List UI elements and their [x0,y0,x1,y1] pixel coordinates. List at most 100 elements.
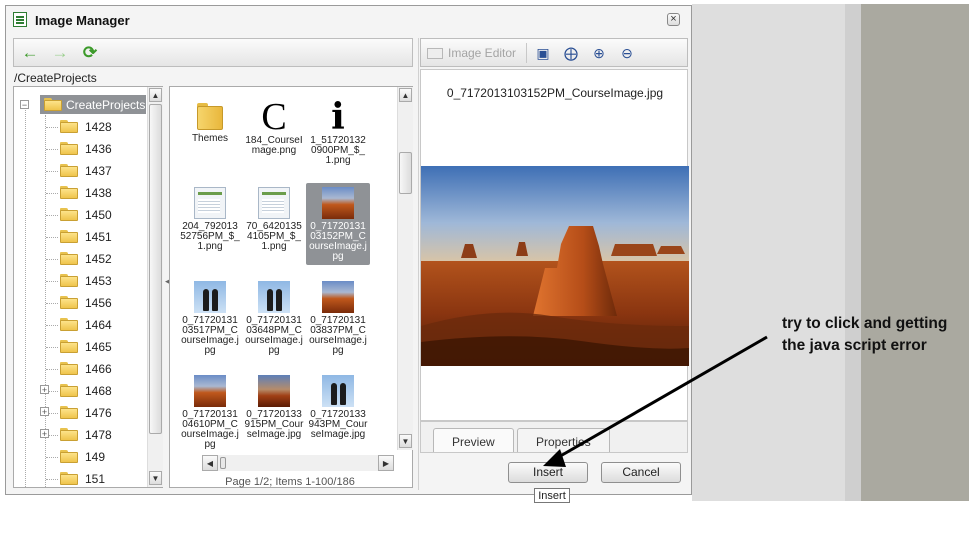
image-thumbnail [258,375,290,407]
tree-item-1438[interactable]: 1438 [60,183,150,203]
tree-item-label: 1438 [85,186,112,200]
tree-item-label: 1453 [85,274,112,288]
collapse-toggle[interactable]: − [20,100,29,110]
folder-icon [60,274,78,287]
file-name: 0_7172013103648PM_CourseImage.jpg [245,315,303,356]
scroll-up-icon[interactable]: ▲ [399,88,412,102]
tree-item-151[interactable]: 151 [60,469,150,487]
tree-item-createprojects[interactable]: CreateProjects [40,95,146,114]
arrow-right-icon[interactable]: → [50,43,70,63]
tree-item-label: 1450 [85,208,112,222]
tree-item-label: 149 [85,450,106,464]
scroll-thumb[interactable] [149,104,162,434]
tree-item-1428[interactable]: 1428 [60,117,150,137]
file-item[interactable]: Themes [178,97,242,147]
image-editor-button[interactable]: Image Editor [427,46,516,60]
file-hscrollbar[interactable]: ◀ ▶ [202,455,394,471]
tree-item-1478[interactable]: +1478 [40,425,150,445]
file-item[interactable]: 0_7172013104610PM_CourseImage.jpg [178,371,242,453]
tree-guide-line [46,127,58,128]
expand-toggle[interactable]: + [40,407,49,417]
tree-guide-line [46,325,58,326]
dialog-titlebar[interactable]: Image Manager × [6,6,691,34]
file-item[interactable]: 70_64201354105PM_$_1.png [242,183,306,255]
tree-item-label: 1437 [85,164,112,178]
preview-tabs: Preview Properties [420,421,688,453]
refresh-icon[interactable]: ⟳ [80,43,100,63]
folder-icon [60,406,78,419]
best-fit-icon[interactable]: ▣ [533,43,553,63]
tree-item-1453[interactable]: 1453 [60,271,150,291]
file-name: 204_79201352756PM_$_1.png [180,221,240,252]
tree-item-1451[interactable]: 1451 [60,227,150,247]
dialog-title: Image Manager [35,13,130,28]
tree-scrollbar[interactable]: ▲ ▼ [147,87,163,487]
pager-info: Page 1/2; Items 1-100/186 [225,476,355,488]
file-item[interactable]: 0_7172013103837PM_CourseImage.jpg [306,277,370,359]
tree-guide-line [46,281,58,282]
tree-guide-line [46,369,58,370]
file-name: 0_7172013104610PM_CourseImage.jpg [181,409,239,450]
expand-toggle[interactable]: + [40,429,49,439]
file-item[interactable]: 0_7172013103517PM_CourseImage.jpg [178,277,242,359]
folder-icon [195,101,225,131]
file-item[interactable]: 204_79201352756PM_$_1.png [178,183,242,255]
tree-item-1456[interactable]: 1456 [60,293,150,313]
arrow-left-icon[interactable]: ← [20,43,40,63]
tab-properties[interactable]: Properties [517,428,610,452]
tree-item-label: 1464 [85,318,112,332]
tree-item-label: 1465 [85,340,112,354]
pane-divider [418,38,419,490]
file-name: 0_7172013103152PM_CourseImage.jpg [309,221,367,262]
tree-item-149[interactable]: 149 [60,447,150,467]
file-item[interactable]: 0_71720133915PM_CourseImage.jpg [242,371,306,443]
desert-landscape-image [421,166,689,366]
zoom-in-icon[interactable]: ⊕ [589,43,609,63]
tree-item-1466[interactable]: 1466 [60,359,150,379]
tree-item-1436[interactable]: 1436 [60,139,150,159]
tree-item-1437[interactable]: 1437 [60,161,150,181]
tree-guide-line [25,105,26,487]
image-thumbnail [322,281,354,313]
scroll-down-icon[interactable]: ▼ [149,471,162,485]
file-item[interactable]: C 184_CourseImage.png [242,97,306,159]
zoom-out-icon[interactable]: ⊖ [617,43,637,63]
folder-icon [60,142,78,155]
file-grid: Themes C 184_CourseImage.png i 1_51720132090… [169,86,413,488]
cancel-button[interactable]: Cancel [601,462,681,483]
file-item[interactable]: 0_7172013103648PM_CourseImage.jpg [242,277,306,359]
expand-toggle[interactable]: + [40,385,49,395]
tree-guide-line [46,457,58,458]
folder-icon [60,340,78,353]
annotation-line-1: try to click and getting [782,315,948,332]
folder-icon [60,384,78,397]
folder-icon [44,98,62,111]
tab-preview[interactable]: Preview [433,428,514,452]
scroll-up-icon[interactable]: ▲ [149,88,162,102]
image-thumbnail [194,281,226,313]
tree-item-1464[interactable]: 1464 [60,315,150,335]
image-thumbnail [194,375,226,407]
actual-size-icon[interactable]: ⨁ [561,43,581,63]
tree-item-1465[interactable]: 1465 [60,337,150,357]
close-button[interactable]: × [667,13,680,26]
hscroll-thumb[interactable] [220,457,226,469]
insert-button[interactable]: Insert [508,462,588,483]
file-item[interactable]: i 1_517201320900PM_$_1.png [306,97,370,169]
scroll-left-icon[interactable]: ◀ [202,455,218,471]
folder-icon [60,186,78,199]
tree-item-1468[interactable]: +1468 [40,381,150,401]
folder-icon [60,252,78,265]
folder-tree: − CreateProjects 1428 1436 1437 1438 1450 145… [13,86,163,488]
file-item[interactable]: 0_7172013103152PM_CourseImage.jpg [306,183,370,265]
scroll-right-icon[interactable]: ▶ [378,455,394,471]
tree-guide-line [46,259,58,260]
scroll-thumb[interactable] [399,152,412,194]
tree-item-1452[interactable]: 1452 [60,249,150,269]
file-item[interactable]: 0_71720133943PM_CourseImage.jpg [306,371,370,443]
tree-item-label: 1456 [85,296,112,310]
tree-item-1450[interactable]: 1450 [60,205,150,225]
tree-item-1476[interactable]: +1476 [40,403,150,423]
scroll-down-icon[interactable]: ▼ [399,434,412,448]
file-scrollbar[interactable]: ▲ ▼ [397,87,413,450]
